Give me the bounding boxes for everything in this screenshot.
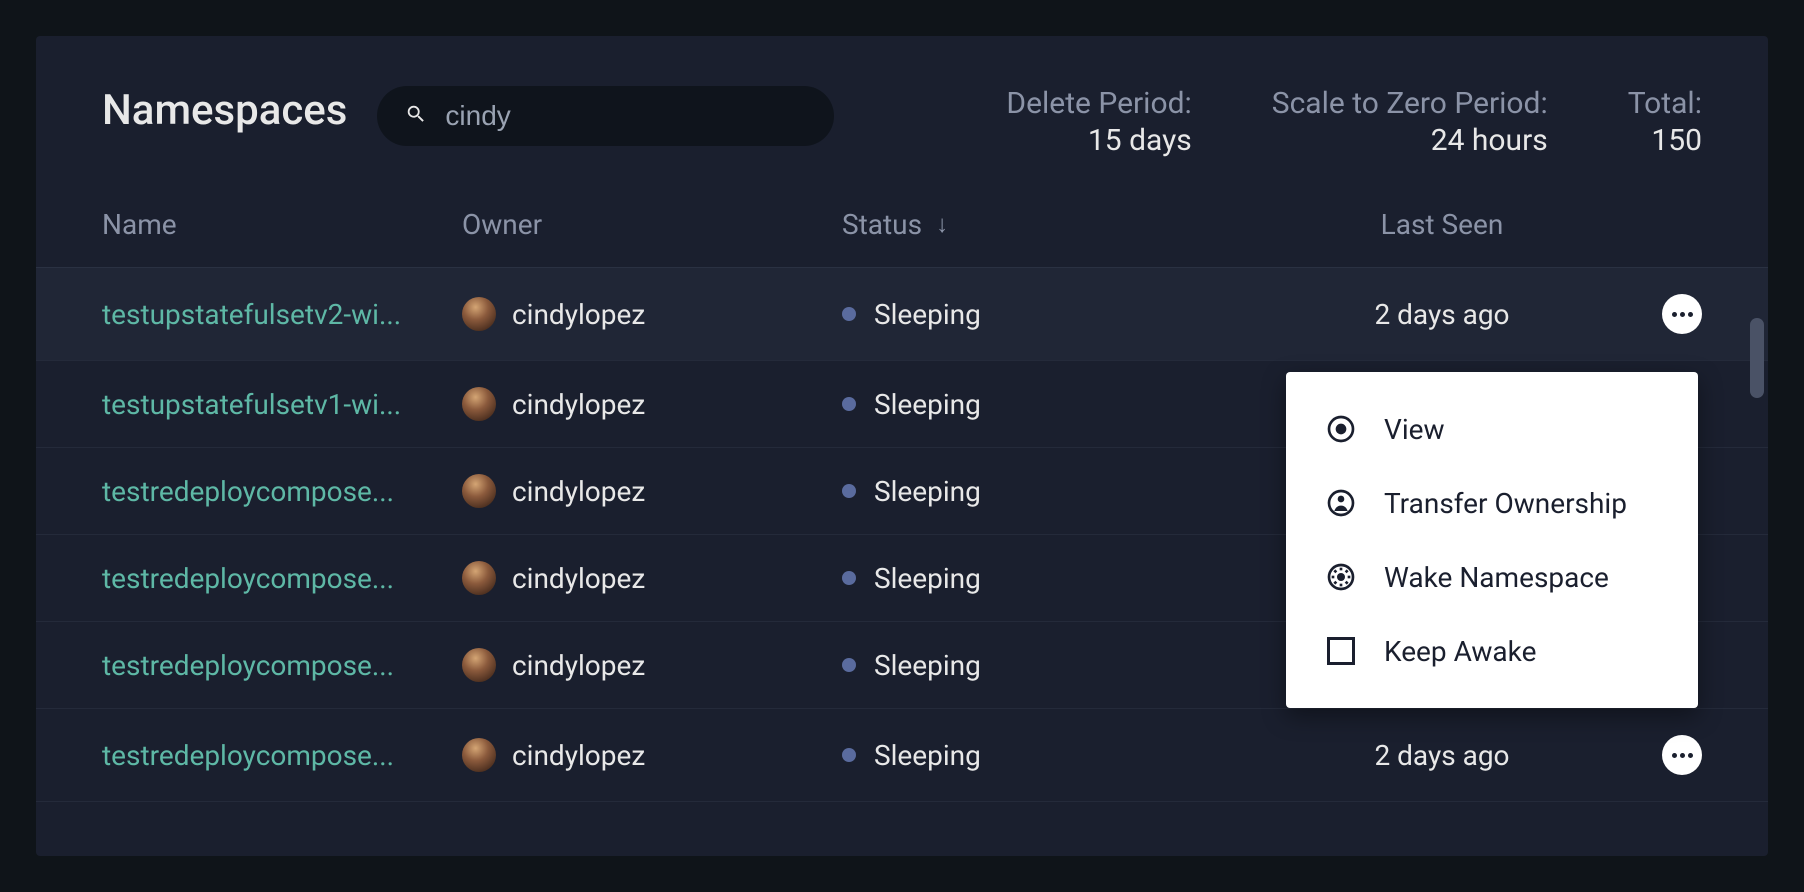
owner-cell: cindylopez [462,561,842,595]
table-row[interactable]: testredeploycompose... cindylopez Sleepi… [36,709,1768,802]
menu-view[interactable]: View [1286,392,1698,466]
owner-cell: cindylopez [462,648,842,682]
user-icon [1324,486,1358,520]
sort-arrow-down-icon: ↓ [936,210,948,239]
row-actions-menu: View Transfer Ownership Wake Namespace K… [1286,372,1698,708]
owner-cell: cindylopez [462,474,842,508]
status-dot-icon [842,658,856,672]
col-status[interactable]: Status ↓ [842,208,1302,241]
scrollbar[interactable] [1750,318,1764,398]
status-text: Sleeping [874,298,981,331]
more-dots-icon [1672,312,1693,317]
owner-cell: cindylopez [462,297,842,331]
menu-wake-label: Wake Namespace [1384,561,1609,594]
search-input[interactable] [445,100,806,132]
checkbox-icon [1324,634,1358,668]
col-name[interactable]: Name [102,208,462,241]
status-dot-icon [842,307,856,321]
lastseen-cell: 2 days ago [1302,739,1582,772]
avatar [462,387,496,421]
status-dot-icon [842,571,856,585]
page-title: Namespaces [102,86,347,135]
scale-zero-label: Scale to Zero Period: [1272,86,1548,121]
namespace-name[interactable]: testupstatefulsetv2-wi... [102,298,462,331]
status-text: Sleeping [874,739,981,772]
status-text: Sleeping [874,649,981,682]
owner-cell: cindylopez [462,738,842,772]
status-cell: Sleeping [842,562,1302,595]
menu-keep-awake[interactable]: Keep Awake [1286,614,1698,688]
total-stat: Total: 150 [1628,86,1702,158]
owner-name: cindylopez [512,298,645,331]
search-icon [405,103,427,129]
owner-cell: cindylopez [462,387,842,421]
avatar [462,738,496,772]
namespace-name[interactable]: testredeploycompose... [102,739,462,772]
total-label: Total: [1628,86,1702,121]
scale-zero-stat: Scale to Zero Period: 24 hours [1272,86,1548,158]
eye-icon [1324,412,1358,446]
status-dot-icon [842,484,856,498]
status-text: Sleeping [874,388,981,421]
more-button[interactable] [1662,735,1702,775]
more-button[interactable] [1662,294,1702,334]
owner-name: cindylopez [512,475,645,508]
avatar [462,648,496,682]
owner-name: cindylopez [512,388,645,421]
menu-transfer[interactable]: Transfer Ownership [1286,466,1698,540]
delete-period-label: Delete Period: [1006,86,1191,121]
lastseen-cell: 2 days ago [1302,298,1582,331]
owner-name: cindylopez [512,739,645,772]
owner-name: cindylopez [512,562,645,595]
namespace-name[interactable]: testredeploycompose... [102,649,462,682]
status-cell: Sleeping [842,298,1302,331]
avatar [462,297,496,331]
menu-keep-label: Keep Awake [1384,635,1536,668]
col-lastseen[interactable]: Last Seen [1302,208,1582,241]
sun-icon [1324,560,1358,594]
avatar [462,474,496,508]
menu-wake[interactable]: Wake Namespace [1286,540,1698,614]
namespace-name[interactable]: testredeploycompose... [102,475,462,508]
more-dots-icon [1672,753,1693,758]
status-cell: Sleeping [842,649,1302,682]
search-box[interactable] [377,86,834,146]
menu-transfer-label: Transfer Ownership [1384,487,1627,520]
avatar [462,561,496,595]
menu-view-label: View [1384,413,1445,446]
status-cell: Sleeping [842,475,1302,508]
status-text: Sleeping [874,562,981,595]
status-cell: Sleeping [842,739,1302,772]
status-text: Sleeping [874,475,981,508]
delete-period-value: 15 days [1006,123,1191,158]
delete-period-stat: Delete Period: 15 days [1006,86,1191,158]
namespace-name[interactable]: testredeploycompose... [102,562,462,595]
status-dot-icon [842,748,856,762]
total-value: 150 [1628,123,1702,158]
owner-name: cindylopez [512,649,645,682]
scale-zero-value: 24 hours [1272,123,1548,158]
status-cell: Sleeping [842,388,1302,421]
col-owner[interactable]: Owner [462,208,842,241]
status-dot-icon [842,397,856,411]
table-row[interactable]: testupstatefulsetv2-wi... cindylopez Sle… [36,268,1768,361]
namespace-name[interactable]: testupstatefulsetv1-wi... [102,388,462,421]
